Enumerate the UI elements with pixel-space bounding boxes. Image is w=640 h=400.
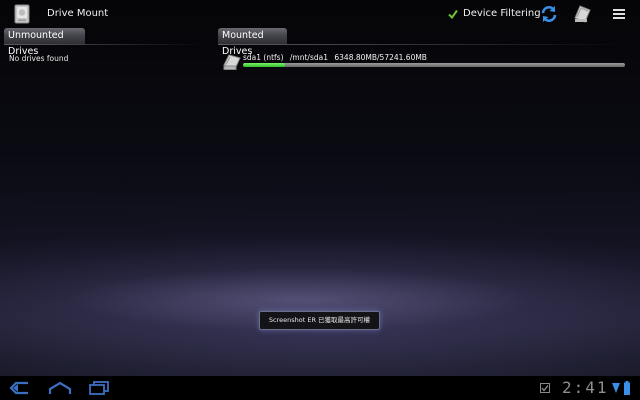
drive-name: sda1 (ntfs): [243, 53, 284, 62]
mounted-drives-header: Mounted Drives: [218, 28, 287, 57]
toast-message: Screenshot ER 已獲取最高許可權: [259, 311, 380, 330]
notification-check-icon[interactable]: [540, 383, 550, 393]
device-filtering-toggle[interactable]: Device Filtering: [448, 8, 541, 19]
mounted-divider: [218, 44, 628, 45]
mounted-drive-row[interactable]: sda1 (ntfs) /mnt/sda1 6348.80MB/57241.60…: [220, 51, 630, 73]
drive-usage-fill: [243, 63, 286, 67]
drive-usage: 6348.80MB/57241.60MB: [334, 53, 427, 62]
drive-info: sda1 (ntfs) /mnt/sda1 6348.80MB/57241.60…: [243, 53, 431, 62]
app-drive-icon: [14, 4, 30, 24]
drive-path: /mnt/sda1: [289, 53, 328, 62]
device-filtering-label: Device Filtering: [463, 8, 541, 19]
app-title: Drive Mount: [47, 8, 109, 19]
refresh-icon[interactable]: [540, 5, 558, 23]
mount-drive-icon[interactable]: [572, 4, 592, 24]
checkmark-icon: [448, 9, 458, 19]
unmounted-divider: [4, 44, 204, 45]
drive-usage-bar: [243, 63, 625, 67]
action-bar: Drive Mount Device Filtering: [0, 0, 640, 28]
battery-icon: [624, 381, 630, 395]
hard-drive-icon: [223, 54, 241, 70]
app-screen: Drive Mount Device Filtering Unmounted D…: [0, 0, 640, 376]
unmounted-drives-header: Unmounted Drives: [4, 28, 85, 57]
recent-apps-icon[interactable]: [88, 380, 110, 396]
no-drives-text: No drives found: [9, 54, 69, 63]
overflow-menu-icon[interactable]: [612, 8, 626, 20]
wifi-icon: [612, 383, 620, 393]
system-bar: 2:41: [0, 376, 640, 400]
back-icon[interactable]: [8, 380, 32, 396]
home-icon[interactable]: [48, 380, 72, 396]
clock[interactable]: 2:41: [562, 378, 609, 397]
